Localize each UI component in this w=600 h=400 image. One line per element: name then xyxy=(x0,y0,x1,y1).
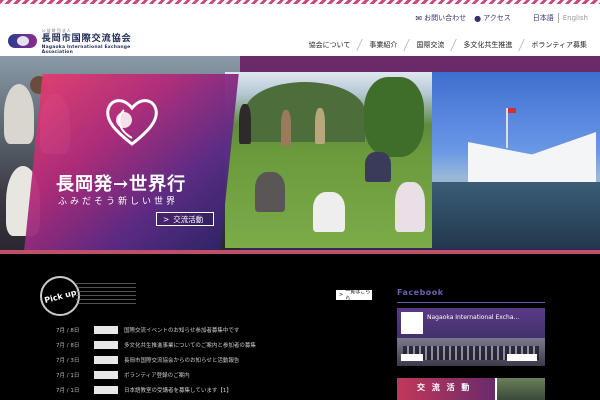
news-item[interactable]: 7月 / 1日 ボランティア登録のご案内 xyxy=(56,367,376,382)
contact-link-label: お問い合わせ xyxy=(424,14,467,22)
hero-subtitle: ふみだそう新しい世界 xyxy=(58,197,179,207)
banner-label: 交 流 活 動 xyxy=(417,383,472,392)
facebook-page-name[interactable]: Nagaoka International Excha... xyxy=(427,314,519,321)
news-item[interactable]: 7月 / 3日 長岡市国際交流協会からのお知らせと活動報告 xyxy=(56,352,376,367)
nav-international-exchange[interactable]: 国際交流 xyxy=(407,40,453,50)
lang-japanese[interactable]: 日本語 xyxy=(529,13,558,23)
hero-photo-memorial xyxy=(432,72,600,248)
exchange-activities-button[interactable]: > 交流活動 xyxy=(156,212,214,226)
facebook-like-button[interactable] xyxy=(401,354,423,361)
news-category-tag xyxy=(94,385,118,394)
hero-title: 長岡発→世界行 xyxy=(56,174,187,195)
logo-emblem-icon xyxy=(8,34,37,48)
news-category-tag xyxy=(94,325,118,334)
access-link-label: アクセス xyxy=(483,14,511,22)
main-nav: 協会について 事業紹介 国際交流 多文化共生推進 ボランティア募集 xyxy=(300,38,596,52)
pickup-decoration xyxy=(76,282,136,304)
utility-links: ✉ お問い合わせ ● アクセス 日本語 English xyxy=(407,10,592,26)
arrow-right-icon: > xyxy=(163,214,170,224)
news-date: 7月 / 8日 xyxy=(56,342,80,349)
map-pin-icon: ● xyxy=(474,13,482,23)
news-date: 7月 / 1日 xyxy=(56,387,80,394)
news-list-button[interactable]: > 一覧はこちら xyxy=(336,289,372,302)
language-switcher: 日本語 English xyxy=(529,13,592,23)
banner-photo xyxy=(497,378,545,400)
hero-photo-field xyxy=(225,72,432,248)
site-header: 公益財団法人 長岡市国際交流協会 Nagaoka International E… xyxy=(0,4,600,58)
news-category-tag xyxy=(94,370,118,379)
facebook-divider xyxy=(397,302,545,303)
mail-icon: ✉ xyxy=(415,13,423,23)
nav-programs[interactable]: 事業紹介 xyxy=(360,40,406,50)
hero-banner: 長岡発→世界行 ふみだそう新しい世界 > 交流活動 xyxy=(0,56,600,254)
hero-panel: 長岡発→世界行 ふみだそう新しい世界 > 交流活動 xyxy=(24,74,220,252)
news-date: 7月 / 3日 xyxy=(56,357,80,364)
facebook-share-button[interactable] xyxy=(507,354,537,361)
site-logo[interactable]: 公益財団法人 長岡市国際交流協会 Nagaoka International E… xyxy=(8,28,158,55)
news-list: 7月 / 8日 国際交流イベントのお知らせ参加者募集中です 7月 / 8日 多文… xyxy=(56,322,376,397)
pickup-badge: Pick up xyxy=(40,276,80,316)
logo-text: 公益財団法人 長岡市国際交流協会 Nagaoka International E… xyxy=(42,28,158,55)
news-list-label: 一覧はこちら xyxy=(345,289,371,302)
news-title[interactable]: ボランティア登録のご案内 xyxy=(124,371,190,379)
news-title[interactable]: 長岡市国際交流協会からのお知らせと活動報告 xyxy=(124,356,239,364)
facebook-heading: Facebook xyxy=(397,288,444,297)
lower-section: Pick up > 一覧はこちら 7月 / 8日 国際交流イベントのお知らせ参加… xyxy=(0,254,600,400)
news-item[interactable]: 7月 / 8日 国際交流イベントのお知らせ参加者募集中です xyxy=(56,322,376,337)
nav-multicultural[interactable]: 多文化共生推進 xyxy=(454,40,521,50)
heart-globe-icon xyxy=(106,99,158,146)
news-category-tag xyxy=(94,355,118,364)
access-link[interactable]: ● アクセス xyxy=(474,13,511,23)
nav-about[interactable]: 協会について xyxy=(300,40,360,50)
facebook-widget[interactable]: Nagaoka International Excha... xyxy=(397,308,545,366)
exchange-activities-label: 交流活動 xyxy=(173,214,204,224)
nav-volunteer[interactable]: ボランティア募集 xyxy=(522,40,596,50)
logo-japanese-name: 長岡市国際交流協会 xyxy=(41,33,132,44)
news-title[interactable]: 国際交流イベントのお知らせ参加者募集中です xyxy=(124,326,239,334)
news-title[interactable]: 多文化共生推進事業についてのご案内と参加者の募集 xyxy=(124,341,256,349)
news-item[interactable]: 7月 / 1日 日本語教室の受講者を募集しています【1】 xyxy=(56,382,376,397)
news-item[interactable]: 7月 / 8日 多文化共生推進事業についてのご案内と参加者の募集 xyxy=(56,337,376,352)
logo-english-name: Nagaoka International Exchange Associati… xyxy=(41,44,131,55)
news-date: 7月 / 8日 xyxy=(56,327,80,334)
lang-english[interactable]: English xyxy=(559,14,592,22)
news-category-tag xyxy=(94,340,118,349)
news-title[interactable]: 日本語教室の受講者を募集しています【1】 xyxy=(124,386,232,394)
facebook-page-avatar[interactable] xyxy=(401,312,423,334)
pickup-badge-label: Pick up xyxy=(42,287,78,305)
arrow-right-icon: > xyxy=(339,292,344,298)
exchange-activities-banner[interactable]: 交 流 活 動 xyxy=(397,378,545,400)
news-date: 7月 / 1日 xyxy=(56,372,80,379)
contact-link[interactable]: ✉ お問い合わせ xyxy=(415,13,466,23)
